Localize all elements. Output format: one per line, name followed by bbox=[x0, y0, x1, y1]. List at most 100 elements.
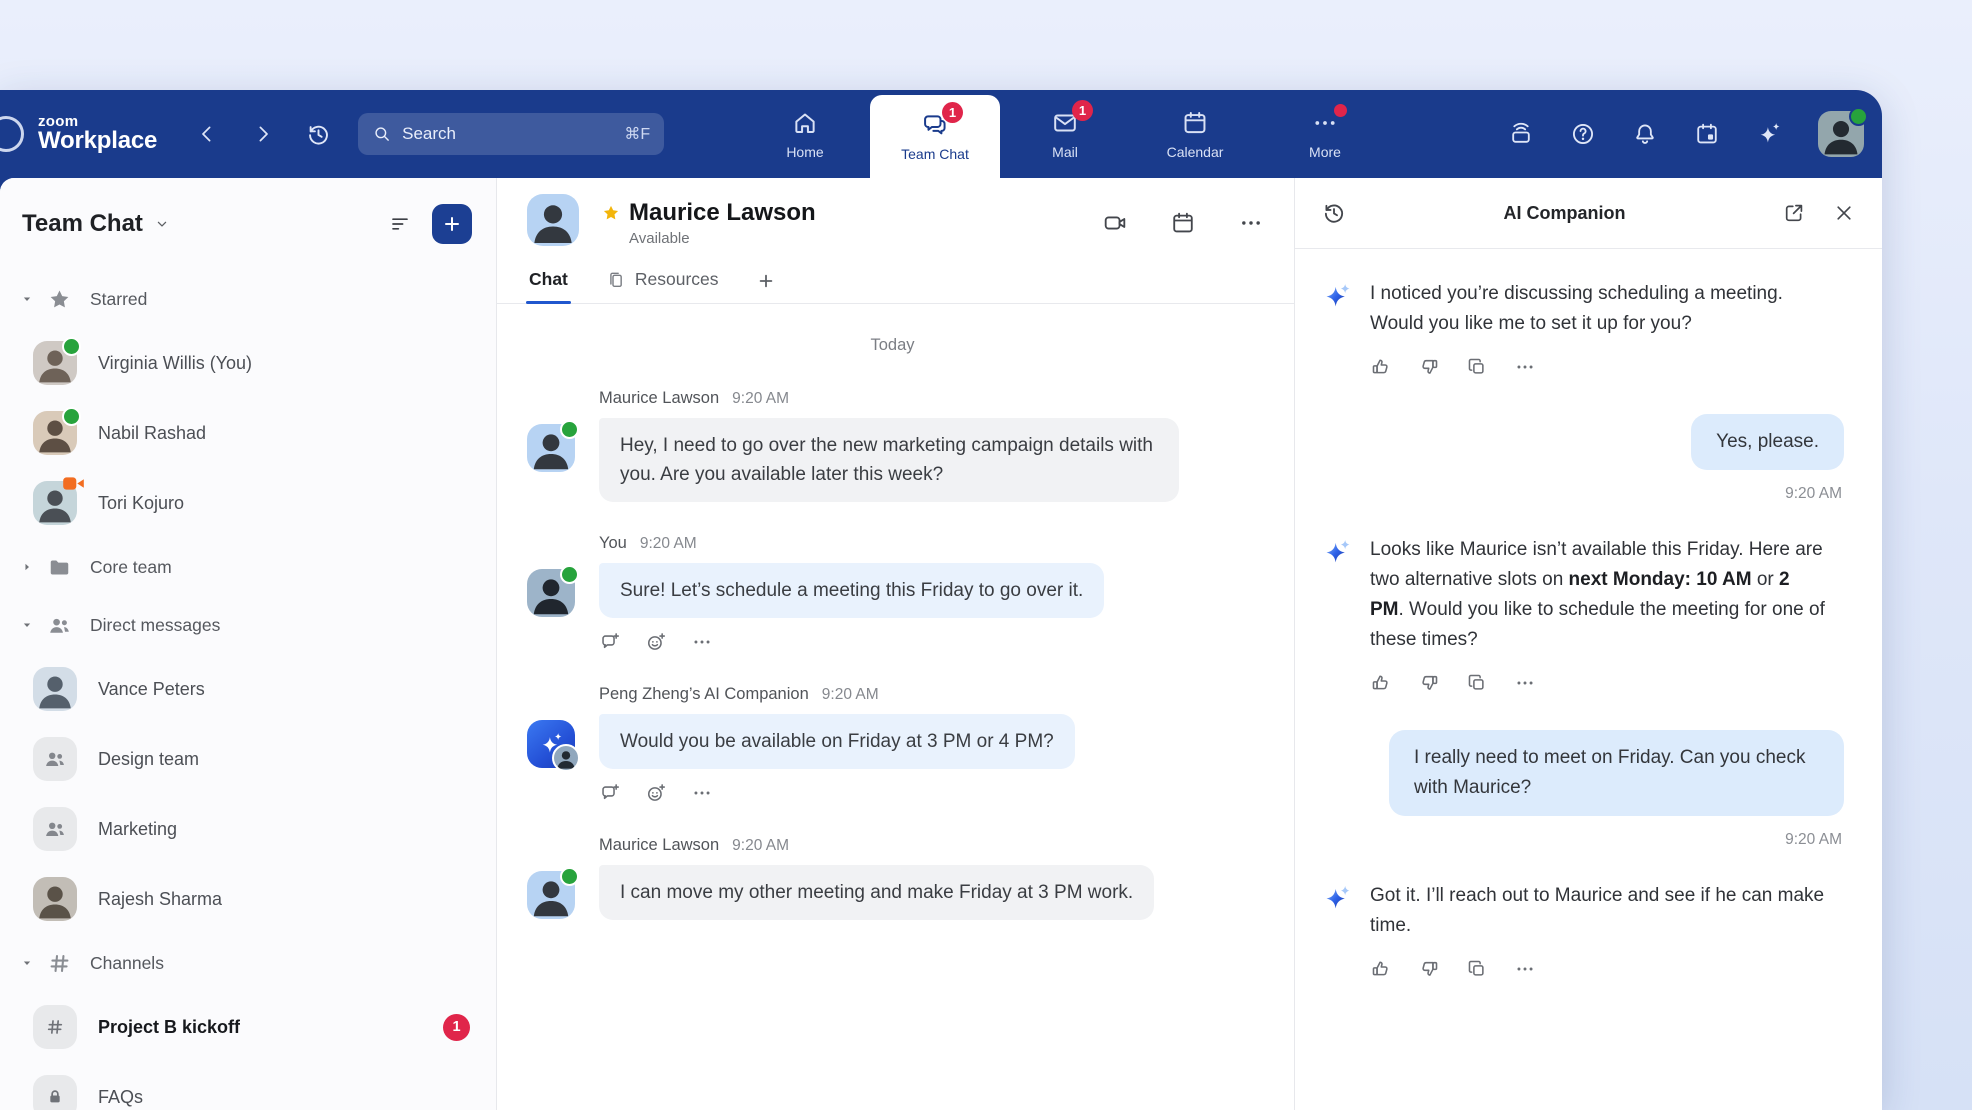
sidebar-item-marketing[interactable]: Marketing bbox=[0, 794, 496, 864]
close-panel-button[interactable] bbox=[1832, 201, 1856, 225]
filter-button[interactable] bbox=[388, 212, 412, 236]
nav-tab-team-chat[interactable]: 1 Team Chat bbox=[870, 95, 1000, 178]
avatar-image bbox=[33, 737, 77, 781]
add-chat-tab-icon[interactable] bbox=[757, 272, 775, 303]
copy-response-icon[interactable] bbox=[1466, 958, 1488, 980]
sidebar-title-dropdown[interactable]: Team Chat bbox=[22, 210, 171, 238]
sidebar-item-virginia-willis-you[interactable]: Virginia Willis (You) bbox=[0, 328, 496, 398]
caret-down-icon[interactable] bbox=[20, 292, 34, 306]
sidebar-item-vance-peters[interactable]: Vance Peters bbox=[0, 654, 496, 724]
ai-message-text: Looks like Maurice isn’t available this … bbox=[1370, 535, 1828, 655]
open-in-new-window-button[interactable] bbox=[1782, 201, 1806, 225]
start-video-meeting-button[interactable] bbox=[1102, 210, 1128, 236]
message-time: 9:20 AM bbox=[640, 535, 697, 553]
avatar-image bbox=[527, 194, 579, 246]
ai-companion-panel: AI Companion I noticed you’re discussing… bbox=[1294, 178, 1882, 1110]
notifications-button[interactable] bbox=[1632, 121, 1658, 147]
user-avatar-button[interactable] bbox=[1818, 111, 1864, 157]
notification-dot bbox=[1334, 104, 1347, 117]
ai-more-icon[interactable] bbox=[1514, 356, 1536, 378]
ai-feedback-actions bbox=[1370, 958, 1828, 980]
hash-icon bbox=[47, 951, 72, 976]
nav-tab-home[interactable]: Home bbox=[740, 90, 870, 178]
caret-right-icon[interactable] bbox=[20, 560, 34, 574]
schedule-meeting-button[interactable] bbox=[1170, 210, 1196, 236]
ai-more-icon[interactable] bbox=[1514, 958, 1536, 980]
sidebar-section-channels[interactable]: Channels bbox=[0, 934, 496, 992]
group-icon bbox=[43, 817, 67, 841]
message-time: 9:20 AM bbox=[732, 390, 789, 408]
thumbs-up-icon[interactable] bbox=[1370, 672, 1392, 694]
unread-badge: 1 bbox=[942, 102, 963, 123]
thumbs-down-icon[interactable] bbox=[1418, 356, 1440, 378]
ai-user-message: I really need to meet on Friday. Can you… bbox=[1321, 730, 1844, 849]
ai-user-time: 9:20 AM bbox=[1785, 831, 1844, 849]
add-reaction-icon[interactable] bbox=[645, 782, 667, 804]
back-button[interactable] bbox=[195, 122, 219, 146]
chat-tab-label: Chat bbox=[529, 269, 568, 290]
avatar bbox=[527, 194, 579, 246]
tab-resources[interactable]: Resources bbox=[606, 269, 719, 303]
avatar-image bbox=[33, 1075, 77, 1110]
chat-tab-bar: Chat Resources bbox=[497, 259, 1294, 304]
sidebar-section-label: Channels bbox=[90, 953, 164, 974]
message-more-icon[interactable] bbox=[691, 782, 713, 804]
ai-history-button[interactable] bbox=[1321, 200, 1347, 226]
chevron-down-icon bbox=[153, 215, 171, 233]
sidebar-section-starred[interactable]: Starred bbox=[0, 270, 496, 328]
caret-down-icon[interactable] bbox=[20, 618, 34, 632]
messages-container: Maurice Lawson9:20 AMHey, I need to go o… bbox=[527, 389, 1258, 920]
sidebar-section-core-team[interactable]: Core team bbox=[0, 538, 496, 596]
sidebar-section-direct-messages[interactable]: Direct messages bbox=[0, 596, 496, 654]
nav-tab-calendar[interactable]: Calendar bbox=[1130, 90, 1260, 178]
message-more-icon[interactable] bbox=[691, 631, 713, 653]
message-bubble: Hey, I need to go over the new marketing… bbox=[599, 418, 1179, 502]
chat-message: Peng Zheng’s AI Companion9:20 AMWould yo… bbox=[527, 685, 1258, 804]
plus-icon bbox=[442, 214, 462, 234]
schedule-button[interactable] bbox=[1694, 121, 1720, 147]
sidebar-item-rajesh-sharma[interactable]: Rajesh Sharma bbox=[0, 864, 496, 934]
connect-device-button[interactable] bbox=[1508, 121, 1534, 147]
starred-star-icon[interactable] bbox=[601, 203, 621, 223]
presence-status-text: Available bbox=[629, 230, 816, 247]
ai-message: I noticed you’re discussing scheduling a… bbox=[1321, 279, 1844, 378]
thumbs-up-icon[interactable] bbox=[1370, 958, 1392, 980]
nav-tab-mail[interactable]: 1Mail bbox=[1000, 90, 1130, 178]
ai-companion-button[interactable] bbox=[1756, 121, 1782, 147]
sidebar-item-project-b-kickoff[interactable]: Project B kickoff1 bbox=[0, 992, 496, 1062]
add-chat-button[interactable] bbox=[432, 204, 472, 244]
add-reaction-icon[interactable] bbox=[645, 631, 667, 653]
thumbs-down-icon[interactable] bbox=[1418, 958, 1440, 980]
avatar-image bbox=[33, 877, 77, 921]
tab-chat[interactable]: Chat bbox=[529, 269, 568, 303]
search-input[interactable]: Search ⌘F bbox=[358, 113, 664, 155]
sidebar-item-faqs[interactable]: FAQs bbox=[0, 1062, 496, 1110]
search-shortcut: ⌘F bbox=[624, 124, 650, 144]
reply-in-thread-icon[interactable] bbox=[599, 631, 621, 653]
chat-more-options-button[interactable] bbox=[1238, 210, 1264, 236]
thumbs-down-icon[interactable] bbox=[1418, 672, 1440, 694]
message-bubble: Would you be available on Friday at 3 PM… bbox=[599, 714, 1075, 769]
forward-button[interactable] bbox=[251, 122, 275, 146]
sidebar-section-label: Starred bbox=[90, 289, 147, 310]
copy-response-icon[interactable] bbox=[1466, 672, 1488, 694]
sidebar-item-nabil-rashad[interactable]: Nabil Rashad bbox=[0, 398, 496, 468]
caret-down-icon[interactable] bbox=[20, 956, 34, 970]
reply-in-thread-icon[interactable] bbox=[599, 782, 621, 804]
avatar bbox=[527, 871, 575, 919]
nav-tab-more[interactable]: More bbox=[1260, 90, 1390, 178]
help-button[interactable] bbox=[1570, 121, 1596, 147]
thumbs-up-icon[interactable] bbox=[1370, 356, 1392, 378]
sidebar-item-tori-kojuro[interactable]: Tori Kojuro bbox=[0, 468, 496, 538]
nav-tab-label: Team Chat bbox=[901, 146, 969, 162]
copy-response-icon[interactable] bbox=[1466, 356, 1488, 378]
ai-panel-title: AI Companion bbox=[1347, 203, 1782, 224]
sidebar-item-design-team[interactable]: Design team bbox=[0, 724, 496, 794]
presence-online-dot bbox=[560, 420, 579, 439]
avatar bbox=[33, 877, 77, 921]
ai-more-icon[interactable] bbox=[1514, 672, 1536, 694]
history-button[interactable] bbox=[305, 121, 332, 148]
sidebar-title: Team Chat bbox=[22, 210, 143, 238]
date-divider: Today bbox=[527, 336, 1258, 355]
ai-sparkle-icon bbox=[1321, 281, 1353, 313]
